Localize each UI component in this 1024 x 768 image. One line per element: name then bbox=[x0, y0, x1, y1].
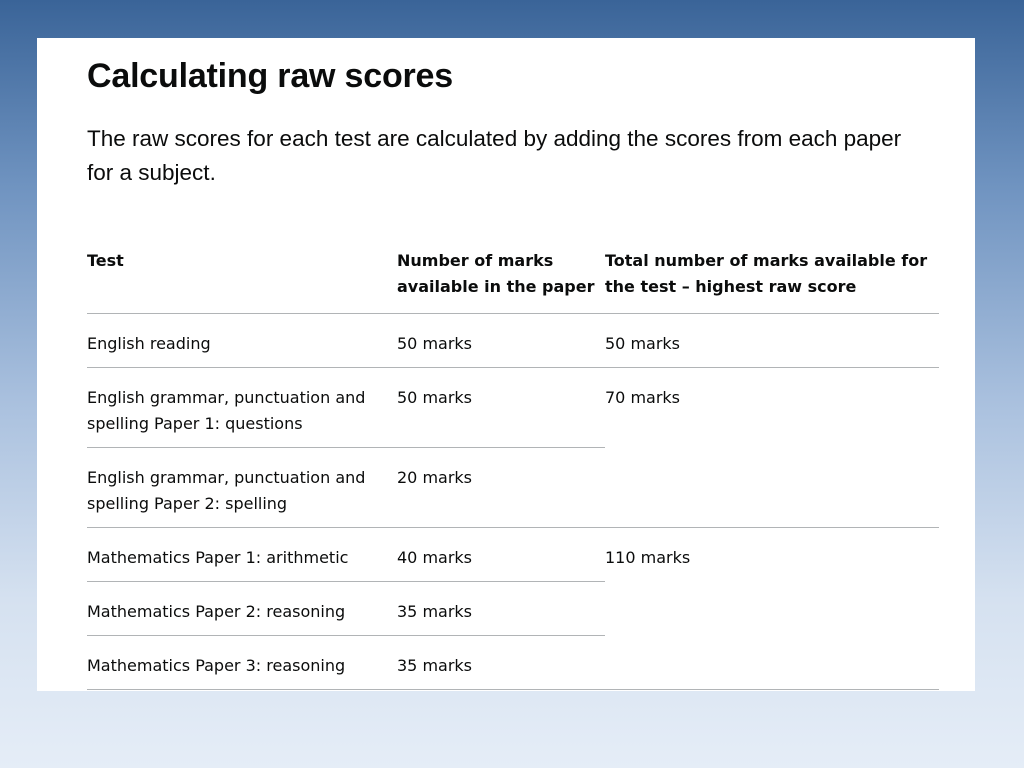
content-card: Calculating raw scores The raw scores fo… bbox=[37, 38, 975, 691]
table-row-test: Mathematics Paper 2: reasoning bbox=[87, 599, 387, 625]
row-divider bbox=[87, 447, 605, 448]
header-total-line2: the test – highest raw score bbox=[605, 277, 857, 296]
header-test: Test bbox=[87, 248, 387, 274]
table-row-total: 110 marks bbox=[605, 548, 691, 567]
table-row-marks: 50 marks bbox=[397, 334, 473, 353]
header-marks: Number of marks available in the paper bbox=[397, 248, 597, 300]
row-test-line1: Mathematics Paper 3: reasoning bbox=[87, 656, 346, 675]
table-row-marks: 35 marks bbox=[397, 602, 473, 621]
row-divider bbox=[87, 367, 939, 368]
table-row-test: English grammar, punctuation and spellin… bbox=[87, 465, 387, 517]
row-divider bbox=[87, 689, 939, 690]
table-row-test: Mathematics Paper 1: arithmetic bbox=[87, 545, 387, 571]
table-row-test: Mathematics Paper 3: reasoning bbox=[87, 653, 387, 679]
table-row-marks: 35 marks bbox=[397, 656, 473, 675]
table-row-test: English reading bbox=[87, 331, 387, 357]
row-test-line1: Mathematics Paper 2: reasoning bbox=[87, 602, 346, 621]
row-test-line1: English grammar, punctuation and bbox=[87, 388, 366, 407]
header-total-line1: Total number of marks available for bbox=[605, 251, 928, 270]
row-test-line2: spelling Paper 1: questions bbox=[87, 414, 303, 433]
row-test-line2: spelling Paper 2: spelling bbox=[87, 494, 288, 513]
table-row-marks: 50 marks bbox=[397, 388, 473, 407]
table-row-marks: 20 marks bbox=[397, 468, 473, 487]
table-row-test: English grammar, punctuation and spellin… bbox=[87, 385, 387, 437]
row-divider bbox=[87, 581, 605, 582]
table-row-total: 70 marks bbox=[605, 388, 681, 407]
page-title: Calculating raw scores bbox=[87, 57, 453, 95]
lead-paragraph: The raw scores for each test are calcula… bbox=[87, 126, 902, 185]
row-divider bbox=[87, 635, 605, 636]
header-divider bbox=[87, 313, 939, 314]
header-total: Total number of marks available for the … bbox=[605, 248, 935, 300]
header-marks-line1: Number of marks bbox=[397, 251, 554, 270]
table-row-marks: 40 marks bbox=[397, 548, 473, 567]
row-test-line1: English grammar, punctuation and bbox=[87, 468, 366, 487]
row-test-line1: English reading bbox=[87, 334, 211, 353]
table-row-total: 50 marks bbox=[605, 334, 681, 353]
raw-scores-table: Test Number of marks available in the pa… bbox=[87, 243, 939, 691]
header-marks-line2: available in the paper bbox=[397, 277, 595, 296]
row-test-line1: Mathematics Paper 1: arithmetic bbox=[87, 548, 349, 567]
row-divider bbox=[87, 527, 939, 528]
header-test-line1: Test bbox=[87, 251, 124, 270]
